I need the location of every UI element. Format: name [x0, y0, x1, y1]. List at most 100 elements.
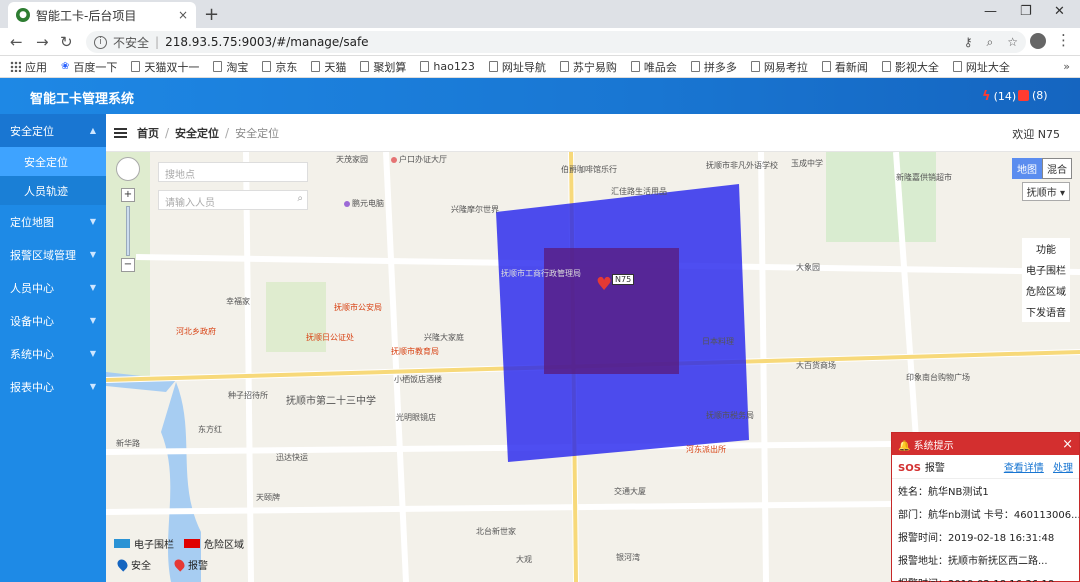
search-icon[interactable]: ⌕ — [297, 193, 303, 204]
bookmark-apps[interactable]: 应用 — [10, 59, 47, 75]
bookmark-label: 天猫双十一 — [144, 60, 200, 74]
poi-label: 东方红 — [198, 425, 222, 434]
key-icon[interactable]: ⚷ — [964, 35, 973, 49]
sidebar-item-device-center[interactable]: 设备中心 ▼ — [0, 304, 106, 337]
bookmark-label: 影视大全 — [894, 60, 939, 74]
bookmark-item[interactable]: 影视大全 — [881, 59, 939, 75]
new-tab-button[interactable]: + — [204, 4, 219, 25]
person-marker-label[interactable]: N75 — [612, 274, 635, 285]
back-icon[interactable]: ← — [10, 33, 23, 51]
lightning-icon: ϟ — [982, 89, 991, 104]
breadcrumb-separator: / — [165, 125, 170, 140]
reload-icon[interactable]: ↻ — [60, 33, 73, 51]
browser-tab-bar: ● 智能工卡-后台项目 × + — ❐ ✕ — [0, 0, 1080, 28]
breadcrumb-separator: / — [225, 125, 230, 140]
function-send-voice[interactable]: 下发语音 — [1022, 301, 1070, 322]
menu-toggle-icon[interactable] — [114, 127, 127, 138]
view-detail-link[interactable]: 查看详情 — [1004, 463, 1044, 474]
info-icon[interactable]: i — [94, 35, 107, 49]
alert-close-icon[interactable]: × — [1062, 437, 1073, 452]
sidebar-item-safe-location[interactable]: 安全定位 ▲ — [0, 114, 106, 147]
restore-icon[interactable]: ❐ — [1020, 4, 1032, 19]
forward-icon[interactable]: → — [36, 33, 49, 51]
sidebar-item-label: 系统中心 — [10, 347, 54, 361]
tab-title: 智能工卡-后台项目 — [36, 8, 137, 23]
poi-label: 鹏元电脑 — [344, 198, 384, 209]
zoom-out-button[interactable]: − — [121, 258, 135, 272]
bookmark-item[interactable]: 苏宁易购 — [559, 59, 617, 75]
bookmark-item[interactable]: ❀ 百度一下 — [61, 59, 117, 75]
alert-badge[interactable]: ϟ (14) — [982, 89, 1016, 104]
poi-label: 交通大厦 — [614, 487, 646, 496]
person-search-placeholder: 请输入人员 — [165, 198, 215, 209]
breadcrumb-home[interactable]: 首页 — [137, 125, 159, 141]
bookmark-item[interactable]: 淘宝 — [213, 59, 248, 75]
alarm-location-pin-icon[interactable]: ♥ — [596, 274, 612, 295]
chevron-down-icon: ▼ — [89, 349, 96, 358]
baidu-paw-icon: ❀ — [61, 61, 70, 72]
minimize-icon[interactable]: — — [984, 4, 997, 19]
url-text[interactable]: 218.93.5.75:9003/#/manage/safe — [165, 35, 950, 49]
sidebar-item-label: 定位地图 — [10, 215, 54, 229]
map-pan-control[interactable] — [116, 157, 140, 181]
bookmark-item[interactable]: 天猫双十一 — [131, 59, 199, 75]
tab-close-icon[interactable]: × — [178, 8, 188, 22]
alert-header: 🔔 系统提示 × — [892, 433, 1079, 455]
person-search-input[interactable]: 请输入人员 ⌕ — [158, 190, 308, 210]
bookmark-label: hao123 — [433, 60, 475, 73]
bookmark-item[interactable]: 唯品会 — [630, 59, 677, 75]
bookmark-item[interactable]: 看新闻 — [821, 59, 868, 75]
bookmark-item[interactable]: hao123 — [420, 60, 475, 73]
zoom-slider[interactable] — [126, 206, 130, 256]
bookmark-item[interactable]: 网址导航 — [488, 59, 546, 75]
sidebar-item-alarm-zone[interactable]: 报警区域管理 ▼ — [0, 238, 106, 271]
sidebar-sub-safe-location[interactable]: 安全定位 — [0, 147, 106, 176]
welcome-text: 欢迎 N75 — [1012, 128, 1060, 141]
place-search-input[interactable]: 搜地点 — [158, 162, 308, 182]
sidebar-sub-person-track[interactable]: 人员轨迹 — [0, 176, 106, 205]
sidebar-item-location-map[interactable]: 定位地图 ▼ — [0, 205, 106, 238]
chevron-down-icon: ▼ — [89, 382, 96, 391]
poi-label: 幸福家 — [226, 297, 250, 306]
sidebar-item-system-center[interactable]: 系统中心 ▼ — [0, 337, 106, 370]
map-type-hybrid[interactable]: 混合 — [1042, 158, 1072, 179]
page-icon — [690, 61, 700, 72]
poi-label: 种子招待所 — [228, 391, 268, 400]
map-type-map[interactable]: 地图 — [1012, 158, 1042, 179]
bookmark-item[interactable]: 网址大全 — [952, 59, 1010, 75]
danger-zone-rect — [544, 248, 679, 374]
star-icon[interactable]: ☆ — [1007, 35, 1018, 49]
zoom-in-button[interactable]: + — [121, 188, 135, 202]
bookmark-item[interactable]: 拼多多 — [690, 59, 737, 75]
url-separator: | — [155, 35, 160, 49]
zoom-icon[interactable]: ⌕ — [987, 35, 994, 50]
bookmark-item[interactable]: 网易考拉 — [750, 59, 808, 75]
bookmark-item[interactable]: 聚划算 — [360, 59, 406, 75]
breadcrumb-parent[interactable]: 安全定位 — [175, 125, 219, 141]
page-icon — [821, 61, 831, 72]
sos-badge[interactable]: (8) — [1018, 89, 1048, 102]
sidebar-item-report-center[interactable]: 报表中心 ▼ — [0, 370, 106, 403]
bookmark-label: 天猫 — [324, 60, 347, 74]
poi-label: 户口办证大厅 — [391, 154, 447, 165]
url-bar[interactable]: i 不安全 | 218.93.5.75:9003/#/manage/safe ⚷… — [86, 31, 1026, 53]
bookmark-item[interactable]: 京东 — [262, 59, 297, 75]
browser-tab[interactable]: ● 智能工卡-后台项目 × — [8, 2, 196, 28]
poi-label: 河东派出所 — [686, 445, 726, 454]
bookmarks-more-icon[interactable]: » — [1063, 60, 1070, 73]
profile-avatar[interactable] — [1030, 33, 1046, 49]
handle-link[interactable]: 处理 — [1053, 463, 1073, 474]
poi-label: 大象园 — [796, 263, 820, 272]
city-select[interactable]: 抚顺市 ▾ — [1021, 182, 1070, 201]
function-electronic-fence[interactable]: 电子围栏 — [1022, 259, 1070, 280]
sidebar-item-person-center[interactable]: 人员中心 ▼ — [0, 271, 106, 304]
browser-menu-icon[interactable]: ⋮ — [1056, 31, 1071, 49]
page-icon — [952, 61, 962, 72]
page-icon — [213, 61, 223, 72]
bookmark-item[interactable]: 天猫 — [311, 59, 346, 75]
poi-label: 新华路 — [116, 439, 140, 448]
alert-time-2: 报警时间：2019-02-18 16:36:18 — [892, 571, 1079, 582]
function-danger-zone[interactable]: 危险区域 — [1022, 280, 1070, 301]
poi-label: 河北乡政府 — [176, 327, 216, 336]
close-window-icon[interactable]: ✕ — [1054, 4, 1065, 19]
